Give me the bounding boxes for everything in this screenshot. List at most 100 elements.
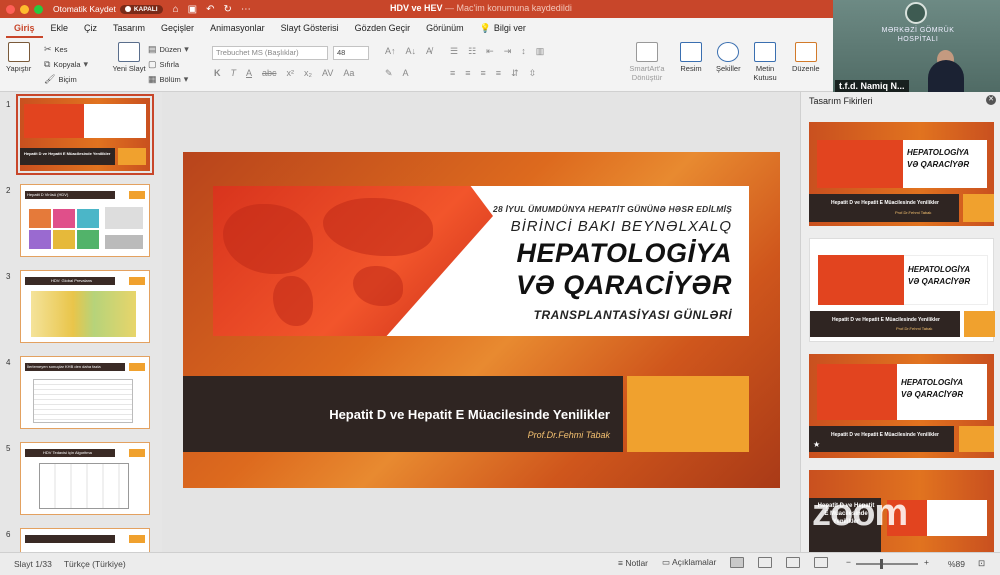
close-window-button[interactable]: [6, 4, 15, 14]
current-slide[interactable]: 28 İYUL ÜMUMDÜNYA HEPATİT GÜNÜNƏ HƏSR ED…: [183, 152, 780, 488]
clear-format-icon[interactable]: A̸: [426, 46, 432, 56]
italic-icon[interactable]: T: [231, 68, 237, 78]
zoom-slider-thumb[interactable]: [880, 559, 883, 569]
slide-thumbnails-panel: 1 Hepatit D ve Hepatit E Müacilesinde Ye…: [0, 92, 162, 552]
undo-icon[interactable]: ↶: [206, 4, 214, 15]
slide-author[interactable]: Prof.Dr.Fehmi Tabak: [528, 430, 610, 440]
tab-home[interactable]: Giriş: [6, 18, 43, 38]
align-center-icon[interactable]: ≡: [465, 68, 470, 79]
slide-sorter-icon[interactable]: [758, 557, 773, 568]
subtitle-accent: [627, 376, 749, 452]
align-text-icon[interactable]: ⇳: [529, 68, 537, 79]
tab-tell-me[interactable]: 💡 Bilgi ver: [472, 18, 534, 38]
autosave-toggle[interactable]: KAPALI: [119, 4, 163, 14]
slide-thumbnail[interactable]: Hepatit D ve Hepatit E Müacilesinde Yeni…: [16, 94, 154, 175]
spacing-icon[interactable]: AV: [322, 68, 333, 78]
fit-slide-icon[interactable]: ⊡: [978, 558, 985, 569]
notes-button[interactable]: ≡ Notlar: [618, 558, 648, 568]
zoom-window-button[interactable]: [34, 4, 43, 14]
font-name-select[interactable]: Trebuchet MS (Başlıklar): [212, 46, 328, 60]
line-spacing-icon[interactable]: ↕: [521, 46, 526, 57]
grow-font-icon[interactable]: A↑: [385, 46, 396, 56]
comments-button[interactable]: ▭ Açıklamalar: [662, 557, 716, 568]
slide-thumbnail[interactable]: [20, 528, 150, 552]
home-icon[interactable]: ⌂: [173, 4, 179, 15]
superscript-icon[interactable]: x²: [287, 68, 295, 78]
smartart-button[interactable]: SmartArt'a Dönüştür: [620, 42, 674, 82]
outdent-icon[interactable]: ⇤: [486, 46, 494, 57]
slide-thumbnail[interactable]: İlerlemeyen sonuçlar KHB den daha fazla: [20, 356, 150, 429]
copy-button[interactable]: ⧉ Kopyala ▾: [44, 59, 88, 70]
slide-subtitle[interactable]: Hepatit D ve Hepatit E Müacilesinde Yeni…: [329, 407, 610, 422]
tab-slideshow[interactable]: Slayt Gösterisi: [273, 18, 347, 38]
arrange-button[interactable]: Düzenle: [792, 42, 820, 73]
zoom-in-icon[interactable]: +: [924, 557, 929, 567]
tab-review[interactable]: Gözden Geçir: [347, 18, 419, 38]
paste-button[interactable]: Yapıştır: [6, 42, 31, 73]
slide-thumbnail[interactable]: Hepatit D Virüsü (HDV): [20, 184, 150, 257]
reset-icon: ▢: [148, 59, 157, 69]
font-size-select[interactable]: 48: [333, 46, 369, 60]
tab-animations[interactable]: Animasyonlar: [202, 18, 273, 38]
continent-shape: [323, 198, 433, 256]
new-slide-button[interactable]: Yeni Slayt: [112, 42, 146, 73]
tab-design[interactable]: Tasarım: [105, 18, 153, 38]
design-option[interactable]: HEPATOLOGİYA VƏ QARACİYƏR Hepatit D ve H…: [809, 122, 994, 226]
bold-icon[interactable]: K: [214, 68, 221, 78]
tab-transitions[interactable]: Geçişler: [153, 18, 202, 38]
design-dark-bar: [810, 311, 960, 337]
slide-thumbnail[interactable]: HDV: Global Prevalans: [20, 270, 150, 343]
language[interactable]: Türkçe (Türkiye): [64, 559, 126, 569]
smartart-label: SmartArt'a Dönüştür: [629, 64, 665, 82]
design-option[interactable]: HEPATOLOGİYA VƏ QARACİYƏR Hepatit D ve H…: [809, 238, 995, 342]
shrink-font-icon[interactable]: A↓: [406, 46, 417, 56]
highlight-icon[interactable]: ✎: [385, 68, 393, 79]
reading-view-icon[interactable]: [786, 557, 801, 568]
tab-insert[interactable]: Ekle: [43, 18, 77, 38]
format-painter-button[interactable]: 🖌 Biçim: [44, 74, 77, 85]
numbering-icon[interactable]: ☷: [468, 46, 476, 57]
ribbon-tabs: Giriş Ekle Çiz Tasarım Geçişler Animasyo…: [0, 18, 833, 38]
font-color-icon[interactable]: A: [403, 68, 409, 79]
textbox-icon: [754, 42, 776, 62]
strikethrough-icon[interactable]: abc: [262, 68, 277, 78]
zoom-level[interactable]: %89: [948, 559, 965, 569]
bullets-icon[interactable]: ☰: [450, 46, 458, 57]
align-right-icon[interactable]: ≡: [481, 68, 486, 79]
zoom-out-icon[interactable]: −: [846, 557, 851, 567]
new-slide-icon: [118, 42, 140, 62]
slide-thumbnail[interactable]: HDV Tedavisi için Algoritma: [20, 442, 150, 515]
close-icon[interactable]: ✕: [986, 95, 996, 105]
ribbon-home: Yapıştır ✂ Kes ⧉ Kopyala ▾ 🖌 Biçim Yeni Slay…: [0, 38, 833, 92]
minimize-window-button[interactable]: [20, 4, 29, 14]
zoom-watermark: zoom: [812, 492, 908, 534]
status-bar: Slayt 1/33 Türkçe (Türkiye) ≡ Notlar ▭ A…: [0, 552, 1000, 575]
video-tile[interactable]: MƏRKƏZİ GÖMRÜK HOSPİTALI t.f.d. Namiq N.…: [833, 0, 1000, 95]
slide-line-hepatology: HEPATOLOGİYA: [516, 238, 732, 268]
justify-icon[interactable]: ≡: [496, 68, 501, 79]
section-button[interactable]: ▦ Bölüm ▾: [148, 74, 188, 85]
more-icon[interactable]: ⋯: [241, 4, 251, 15]
zoom-slider[interactable]: [856, 563, 918, 565]
case-icon[interactable]: Aa: [343, 68, 354, 78]
normal-view-icon[interactable]: [730, 557, 745, 568]
layout-button[interactable]: ▤ Düzen ▾: [148, 44, 189, 55]
redo-icon[interactable]: ↻: [223, 4, 231, 15]
picture-button[interactable]: Resim: [680, 42, 702, 73]
text-direction-icon[interactable]: ⇵: [511, 68, 519, 79]
subscript-icon[interactable]: x₂: [304, 68, 312, 78]
design-option[interactable]: HEPATOLOGİYA VƏ QARACİYƏR Hepatit D ve H…: [809, 354, 994, 458]
save-icon[interactable]: ▣: [188, 4, 197, 15]
indent-icon[interactable]: ⇥: [504, 46, 512, 57]
columns-icon[interactable]: ▥: [536, 46, 545, 57]
shapes-button[interactable]: Şekiller: [716, 42, 741, 73]
underline-icon[interactable]: A: [246, 68, 252, 78]
align-left-icon[interactable]: ≡: [450, 68, 455, 79]
slideshow-view-icon[interactable]: [814, 557, 829, 568]
textbox-button[interactable]: Metin Kutusu: [750, 42, 780, 82]
cut-button[interactable]: ✂ Kes: [44, 44, 67, 55]
reset-button[interactable]: ▢ Sıfırla: [148, 59, 179, 70]
tab-view[interactable]: Görünüm: [418, 18, 472, 38]
color-row: ✎ A: [385, 68, 409, 79]
tab-draw[interactable]: Çiz: [76, 18, 105, 38]
